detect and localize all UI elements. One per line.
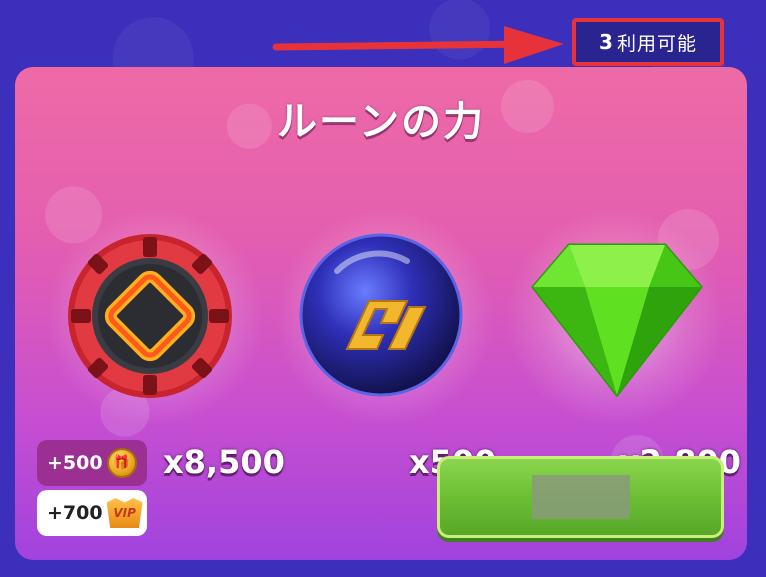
reward-green-gem: x2,800: [505, 207, 741, 481]
bonus-vip-points: +700 VIP: [37, 490, 147, 536]
availability-badge: 3 利用可能: [572, 18, 724, 66]
gift-coin-icon: 🎁: [106, 448, 137, 478]
bonus-coins: +500 🎁: [37, 440, 147, 486]
blue-orb-icon: [299, 233, 463, 397]
vip-crown-icon: VIP: [106, 498, 143, 528]
availability-count: 3: [599, 30, 613, 54]
green-gem-icon: [531, 243, 703, 398]
panel-title: ルーンの力: [277, 99, 485, 145]
purchase-button-label: [531, 475, 630, 519]
reward-rune-chip: x8,500: [45, 207, 285, 481]
bonus-vip-amount: +700: [47, 502, 103, 524]
availability-label: 利用可能: [616, 32, 697, 55]
bonus-coins-amount: +500: [47, 452, 103, 474]
annotation-arrow: [272, 26, 564, 64]
reward-quantity: x8,500: [163, 443, 285, 481]
purchase-button[interactable]: [437, 456, 724, 538]
rune-chip-icon: [68, 234, 232, 398]
reward-blue-orb: x500: [275, 207, 496, 481]
